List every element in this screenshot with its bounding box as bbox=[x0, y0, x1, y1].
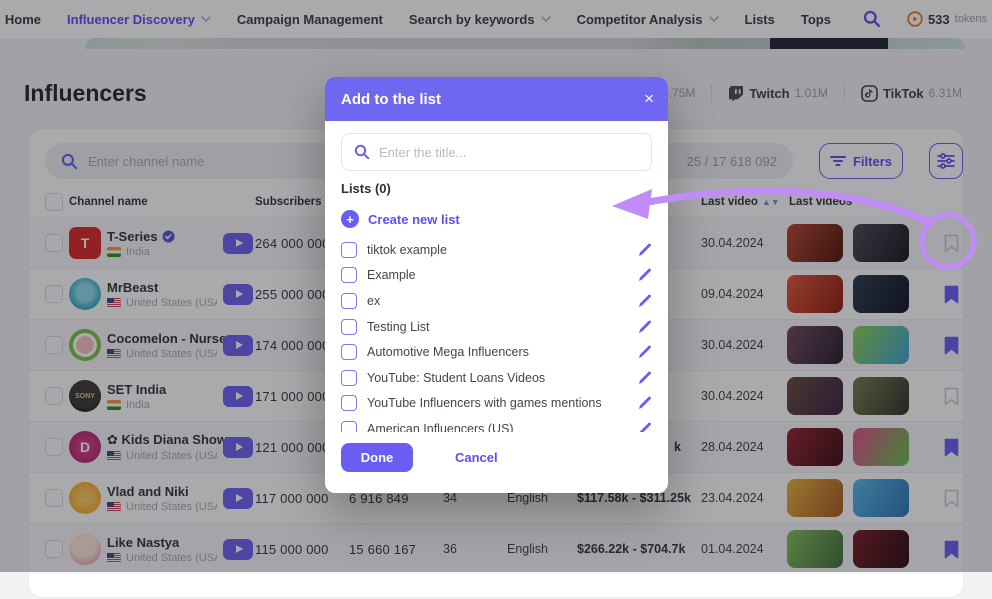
list-item[interactable]: ex bbox=[341, 288, 658, 314]
lists-count-label: Lists (0) bbox=[341, 181, 391, 196]
edit-list-button[interactable] bbox=[638, 320, 652, 334]
edit-pencil-icon bbox=[638, 422, 652, 432]
list-item[interactable]: American Influencers (US) bbox=[341, 416, 658, 432]
edit-pencil-icon bbox=[638, 396, 652, 410]
edit-pencil-icon bbox=[638, 294, 652, 308]
edit-pencil-icon bbox=[638, 345, 652, 359]
list-item-checkbox[interactable] bbox=[341, 242, 357, 258]
list-item[interactable]: YouTube Influencers with games mentions bbox=[341, 391, 658, 417]
create-new-list-button[interactable]: + Create new list bbox=[341, 207, 460, 231]
list-item[interactable]: Automotive Mega Influencers bbox=[341, 339, 658, 365]
list-item-label: tiktok example bbox=[367, 243, 638, 257]
list-title-search-placeholder: Enter the title... bbox=[379, 145, 466, 160]
list-item-label: Automotive Mega Influencers bbox=[367, 345, 638, 359]
list-item-checkbox[interactable] bbox=[341, 344, 357, 360]
list-item-label: American Influencers (US) bbox=[367, 422, 638, 432]
done-button[interactable]: Done bbox=[341, 443, 413, 472]
edit-list-button[interactable] bbox=[638, 294, 652, 308]
modal-header: Add to the list × bbox=[325, 77, 668, 121]
list-item-label: ex bbox=[367, 294, 638, 308]
edit-list-button[interactable] bbox=[638, 396, 652, 410]
cancel-button[interactable]: Cancel bbox=[455, 450, 498, 465]
list-item-checkbox[interactable] bbox=[341, 319, 357, 335]
search-icon bbox=[354, 144, 370, 160]
edit-list-button[interactable] bbox=[638, 422, 652, 432]
list-item[interactable]: Testing List bbox=[341, 314, 658, 340]
edit-pencil-icon bbox=[638, 268, 652, 282]
list-item-checkbox[interactable] bbox=[341, 267, 357, 283]
list-item-label: YouTube Influencers with games mentions bbox=[367, 396, 638, 410]
list-item-checkbox[interactable] bbox=[341, 421, 357, 432]
edit-pencil-icon bbox=[638, 243, 652, 257]
list-item[interactable]: tiktok example bbox=[341, 237, 658, 263]
add-to-list-modal: Add to the list × Enter the title... Lis… bbox=[325, 77, 668, 493]
close-icon[interactable]: × bbox=[644, 77, 654, 121]
list-item-checkbox[interactable] bbox=[341, 293, 357, 309]
edit-pencil-icon bbox=[638, 371, 652, 385]
list-item-label: Example bbox=[367, 268, 638, 282]
plus-icon: + bbox=[341, 210, 359, 228]
list-item-checkbox[interactable] bbox=[341, 395, 357, 411]
list-item-label: YouTube: Student Loans Videos bbox=[367, 371, 638, 385]
list-item[interactable]: Example bbox=[341, 263, 658, 289]
modal-footer: Done Cancel bbox=[341, 443, 498, 472]
edit-list-button[interactable] bbox=[638, 268, 652, 282]
list-item-checkbox[interactable] bbox=[341, 370, 357, 386]
list-item[interactable]: YouTube: Student Loans Videos bbox=[341, 365, 658, 391]
list-title-search-input[interactable]: Enter the title... bbox=[341, 133, 652, 171]
modal-title: Add to the list bbox=[341, 91, 441, 108]
edit-list-button[interactable] bbox=[638, 345, 652, 359]
edit-list-button[interactable] bbox=[638, 243, 652, 257]
create-new-list-label: Create new list bbox=[368, 212, 460, 227]
list-item-label: Testing List bbox=[367, 320, 638, 334]
edit-pencil-icon bbox=[638, 320, 652, 334]
edit-list-button[interactable] bbox=[638, 371, 652, 385]
lists-scroll-area[interactable]: tiktok example Example ex Testing List Autom… bbox=[341, 237, 658, 432]
